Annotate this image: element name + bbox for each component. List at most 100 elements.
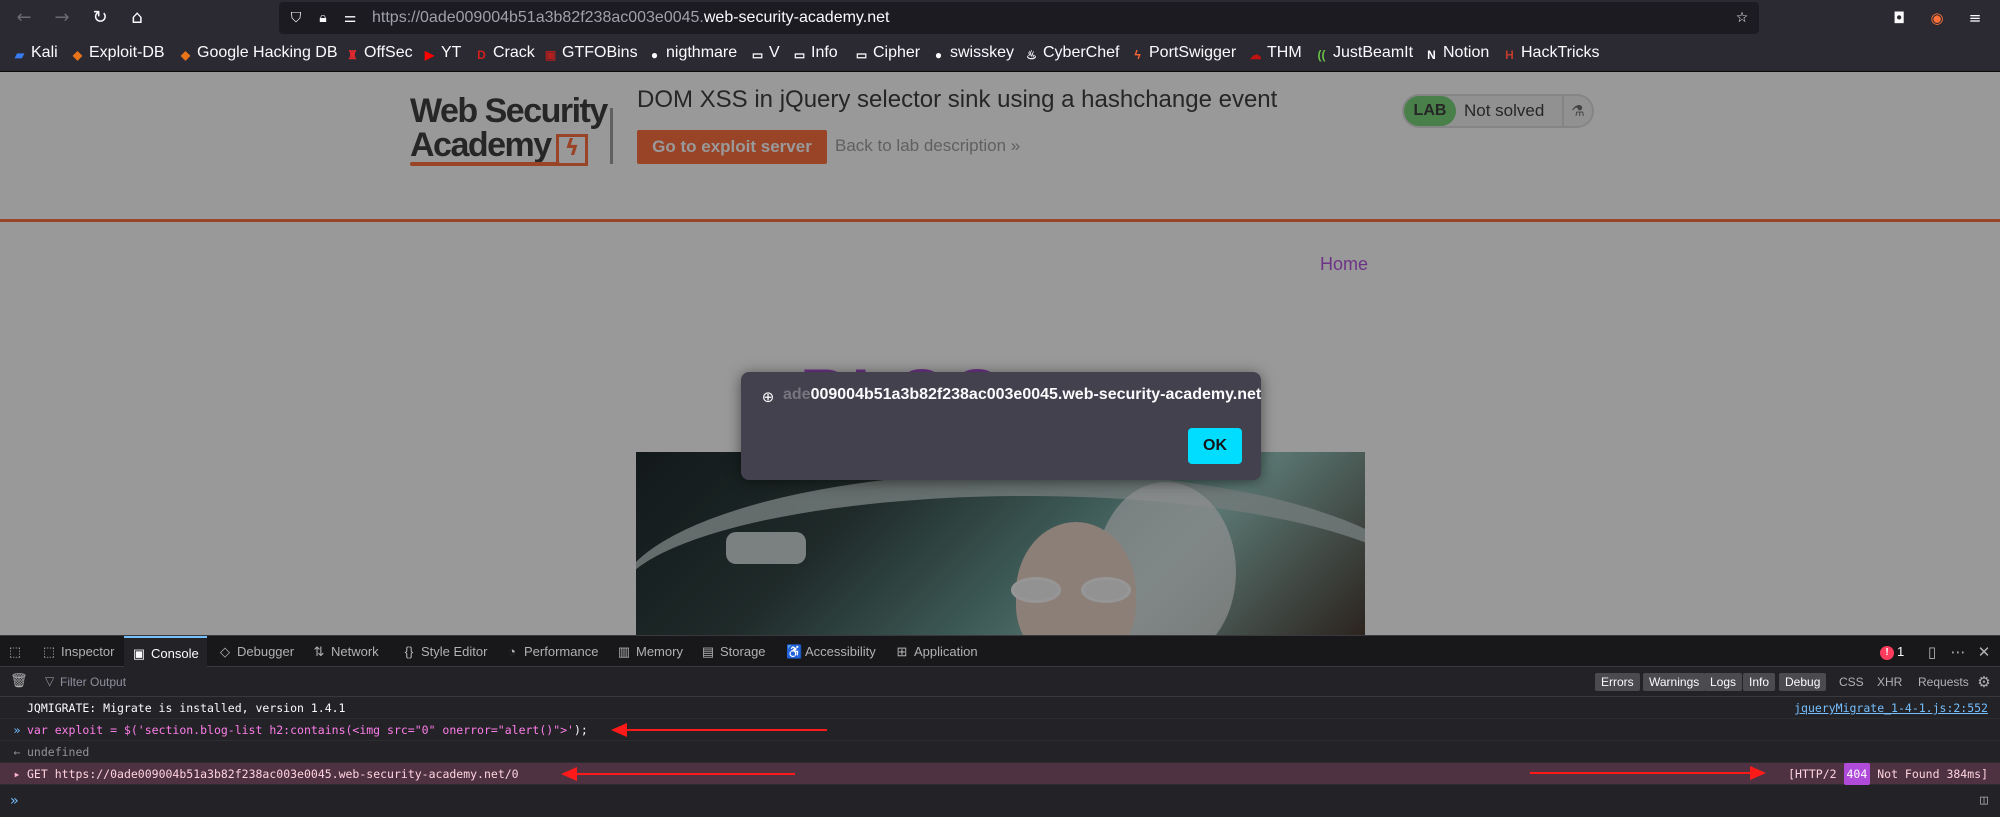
console-source-link[interactable]: jqueryMigrate_1-4-1.js:2:552 xyxy=(1794,697,1988,719)
status-code-badge: 404 xyxy=(1843,763,1871,785)
devtools-panel: ⬚ ! 1 ▯ ⋯ ✕ ⬚ Inspector ▣ Console ◇ Debugger ⇅ N… xyxy=(0,635,2000,817)
thm-icon: ☁ xyxy=(1249,48,1262,62)
inspector-icon: ⬚ xyxy=(42,644,56,659)
tab-storage[interactable]: ▤ Storage xyxy=(701,636,766,667)
tab-memory[interactable]: ▥ Memory xyxy=(617,636,683,667)
console-input-code[interactable]: var exploit = $('section.blog-list h2:co… xyxy=(27,719,588,741)
bookmark-label: Google Hacking DB xyxy=(197,44,338,61)
error-count-value: 1 xyxy=(1897,644,1905,659)
github-icon: ● xyxy=(650,48,659,62)
bookmark-8[interactable]: ▭ V xyxy=(750,44,780,64)
bookmark-17[interactable]: H HackTricks xyxy=(1502,44,1599,64)
filter-errors[interactable]: Errors xyxy=(1595,673,1640,691)
expand-triangle-icon[interactable]: ▸ xyxy=(10,763,24,785)
filter-requests[interactable]: Requests xyxy=(1918,673,1969,691)
annotation-arrow-status xyxy=(1530,766,1766,780)
bookmark-0[interactable]: ▰ Kali xyxy=(12,44,58,64)
url-text[interactable]: https://0ade009004b51a3b82f238ac003e0045… xyxy=(372,9,889,27)
bookmark-label: OffSec xyxy=(364,44,413,61)
close-devtools-icon[interactable]: ✕ xyxy=(1974,642,1994,662)
bookmark-label: JustBeamIt xyxy=(1333,44,1414,61)
kali-icon: ▰ xyxy=(14,48,25,62)
bookmark-label: YT xyxy=(441,44,462,61)
bookmark-12[interactable]: ♨ CyberChef xyxy=(1024,44,1119,64)
bookmark-7[interactable]: ● nigthmare xyxy=(647,44,737,64)
filter-logs[interactable]: Logs xyxy=(1704,673,1743,691)
tab-style-editor[interactable]: {} Style Editor xyxy=(402,636,488,667)
lock-icon[interactable]: 🔒︎ xyxy=(314,9,332,27)
bookmark-1[interactable]: ◆ Exploit-DB xyxy=(70,44,165,64)
bookmark-4[interactable]: ▶ YT xyxy=(422,44,462,64)
element-picker-icon[interactable]: ⬚ xyxy=(8,636,27,667)
bookmark-label: Info xyxy=(811,44,838,61)
bookmark-15[interactable]: (( JustBeamIt xyxy=(1314,44,1414,64)
request-url[interactable]: https://0ade009004b51a3b82f238ac003e0045… xyxy=(55,767,519,781)
bookmark-14[interactable]: ☁ THM xyxy=(1248,44,1302,64)
settings-gear-icon[interactable]: ⚙ xyxy=(1974,672,1994,692)
bookmark-13[interactable]: ϟ PortSwigger xyxy=(1130,44,1236,64)
folder-icon: ▭ xyxy=(855,48,868,62)
editor-mode-icon[interactable]: ◫ xyxy=(1980,793,1988,808)
tab-console[interactable]: ▣ Console xyxy=(124,636,207,667)
error-count[interactable]: ! 1 xyxy=(1880,644,1904,660)
tab-inspector[interactable]: ⬚ Inspector xyxy=(42,636,115,667)
bookmark-9[interactable]: ▭ Info xyxy=(792,44,838,64)
filter-xhr[interactable]: XHR xyxy=(1877,673,1902,691)
bookmark-2[interactable]: ◆ Google Hacking DB xyxy=(178,44,338,64)
more-options-icon[interactable]: ⋯ xyxy=(1948,642,1968,662)
menu-icon[interactable]: ≡ xyxy=(1965,8,1985,28)
filter-info[interactable]: Info xyxy=(1743,673,1776,691)
tab-label: Debugger xyxy=(237,644,295,659)
home-icon[interactable]: ⌂ xyxy=(125,6,149,30)
alert-ok-button[interactable]: OK xyxy=(1188,428,1242,464)
bookmark-10[interactable]: ▭ Cipher xyxy=(854,44,920,64)
back-arrow-icon[interactable]: ← xyxy=(12,6,36,30)
shield-icon[interactable]: ⛉ xyxy=(287,9,305,27)
bookmark-5[interactable]: D Crack xyxy=(474,44,535,64)
tab-performance[interactable]: ◔ Performance xyxy=(505,636,598,667)
bookmark-label: Crack xyxy=(493,44,535,61)
dock-icon[interactable]: ▯ xyxy=(1922,642,1942,662)
trash-icon[interactable]: 🗑︎ xyxy=(10,673,28,689)
tab-label: Application xyxy=(914,644,978,659)
forward-arrow-icon[interactable]: → xyxy=(50,6,74,30)
console-filter-bar: 🗑︎ ▽ ⚙ ErrorsWarningsLogsInfoDebug CSS XHR… xyxy=(0,667,2000,697)
filter-css[interactable]: CSS xyxy=(1839,673,1864,691)
accessibility-icon: ♿ xyxy=(786,644,803,659)
exploit-db-icon: ◆ xyxy=(72,48,83,62)
notion-icon: N xyxy=(1427,48,1436,62)
tab-network[interactable]: ⇅ Network xyxy=(312,636,379,667)
status-suffix: Not Found 384ms] xyxy=(1877,767,1988,781)
console-icon: ▣ xyxy=(132,646,146,661)
annotation-arrow-code xyxy=(611,723,827,737)
url-prefix: https://0ade009004b51a3b82f238ac003e0045… xyxy=(372,9,704,26)
console-result-line: ← undefined xyxy=(0,741,2000,763)
filter-warnings[interactable]: Warnings xyxy=(1643,673,1706,691)
filter-output-input[interactable] xyxy=(60,672,460,692)
console-output: JQMIGRATE: Migrate is installed, version… xyxy=(0,697,2000,817)
bookmark-6[interactable]: ▣ GTFOBins xyxy=(543,44,638,64)
bookmark-label: GTFOBins xyxy=(562,44,638,61)
bookmark-3[interactable]: ♜ OffSec xyxy=(345,44,413,64)
input-chevron-icon: » xyxy=(13,723,21,737)
reload-icon[interactable]: ↻ xyxy=(88,6,112,30)
console-network-error-line[interactable]: ▸ GET https://0ade009004b51a3b82f238ac00… xyxy=(0,763,2000,785)
bookmark-11[interactable]: ● swisskey xyxy=(931,44,1014,64)
filter-icon: ▽ xyxy=(45,674,55,688)
console-prompt[interactable]: » ◫ xyxy=(0,785,2000,817)
tab-debugger[interactable]: ◇ Debugger xyxy=(218,636,294,667)
pocket-icon[interactable]: ◘ xyxy=(1889,8,1909,28)
network-request-text: GET https://0ade009004b51a3b82f238ac003e… xyxy=(27,763,519,785)
gtfobins-icon: ▣ xyxy=(544,48,557,62)
filter-debug[interactable]: Debug xyxy=(1779,673,1827,691)
bookmark-star-icon[interactable]: ☆ xyxy=(1733,9,1751,27)
alert-dialog: ⊕ ade009004b51a3b82f238ac003e0045.web-se… xyxy=(741,372,1261,480)
firefox-account-icon[interactable]: ◉ xyxy=(1927,8,1947,28)
url-bar[interactable]: ⛉ 🔒︎ ⚌ https://0ade009004b51a3b82f238ac0… xyxy=(279,2,1759,34)
tab-accessibility[interactable]: ♿ Accessibility xyxy=(786,636,876,667)
permissions-icon[interactable]: ⚌ xyxy=(341,9,359,27)
tab-application[interactable]: ⊞ Application xyxy=(895,636,978,667)
bookmark-16[interactable]: N Notion xyxy=(1424,44,1489,64)
justbeamit-icon: (( xyxy=(1317,48,1326,62)
alert-origin: ade009004b51a3b82f238ac003e0045.web-secu… xyxy=(783,386,1261,404)
